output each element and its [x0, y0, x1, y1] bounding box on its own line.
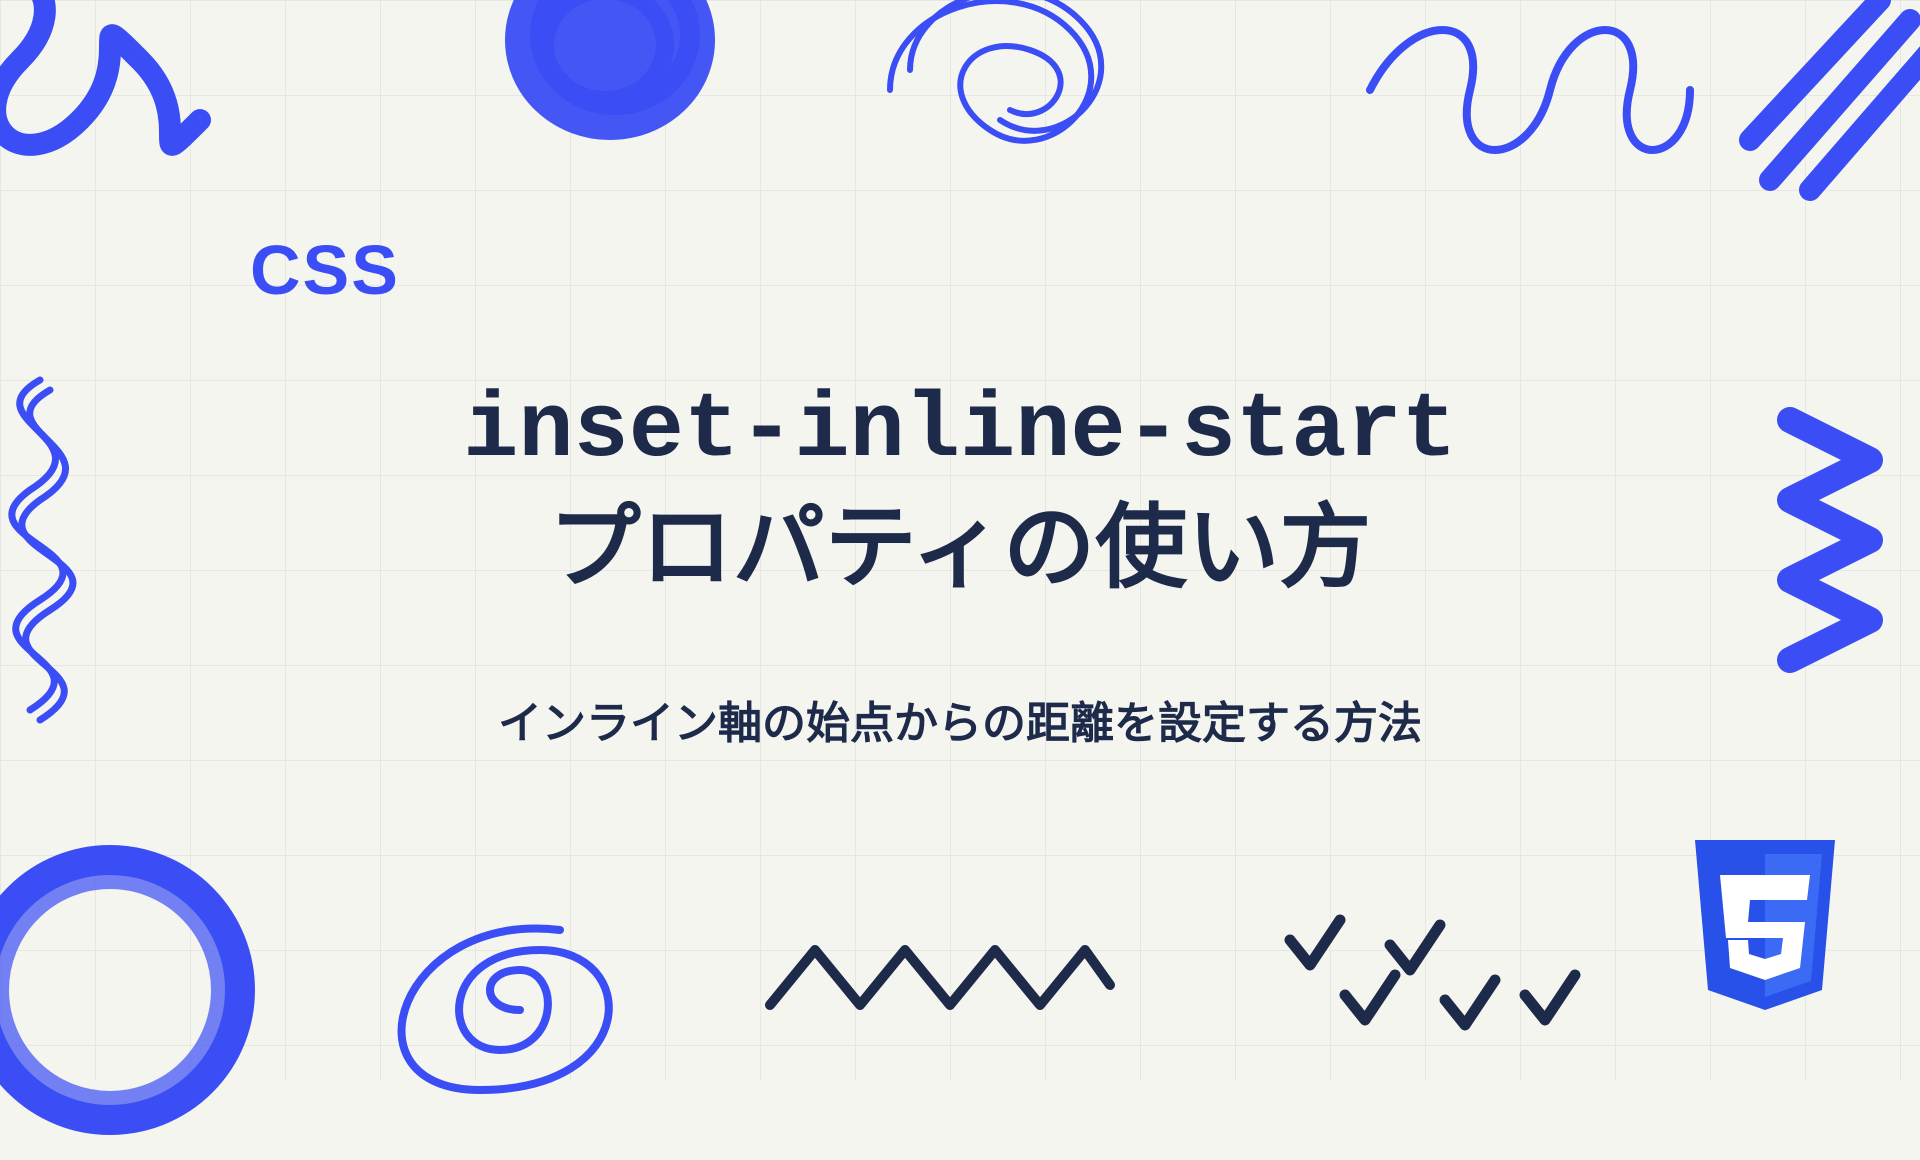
page-subtitle: インライン軸の始点からの距離を設定する方法 [498, 687, 1422, 751]
category-label: CSS [250, 230, 400, 310]
page-title: inset-inline-start プロパティの使い方 [463, 369, 1457, 617]
main-content: CSS inset-inline-start プロパティの使い方 インライン軸の… [0, 0, 1920, 1080]
title-line-2: プロパティの使い方 [463, 493, 1457, 617]
css3-logo-icon [1680, 840, 1850, 1035]
title-line-1: inset-inline-start [463, 369, 1457, 493]
